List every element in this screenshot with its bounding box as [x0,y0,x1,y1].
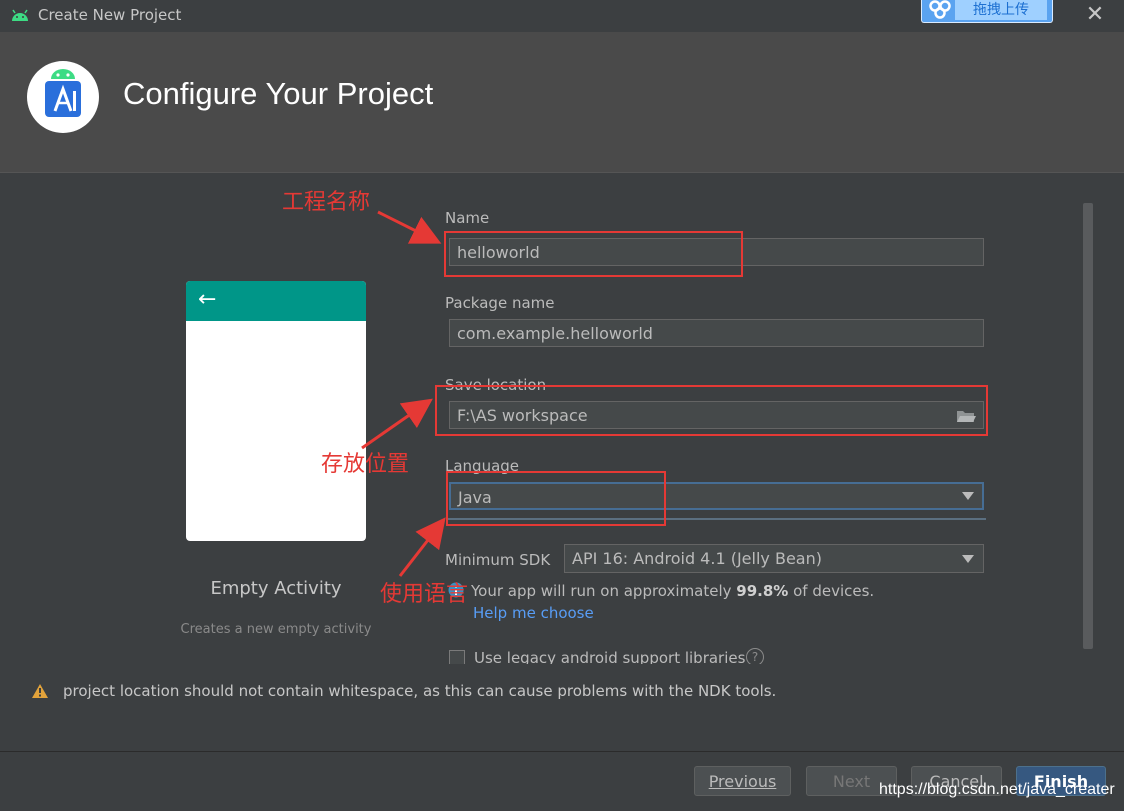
annotation-project-name: 工程名称 [282,190,371,215]
warning-message: project location should not contain whit… [63,682,777,700]
previous-button[interactable]: Previous [694,766,791,796]
min-sdk-value: API 16: Android 4.1 (Jelly Bean) [572,549,822,568]
watermark: https://blog.csdn.net/java_creater [879,781,1115,798]
min-sdk-select[interactable]: API 16: Android 4.1 (Jelly Bean) [564,544,984,573]
chevron-down-icon [962,492,974,500]
next-button-label: Next [832,772,871,791]
android-icon [12,9,28,21]
back-arrow-icon: ← [198,287,217,312]
annotation-box-language [446,471,666,526]
legacy-support-row: Use legacy android support libraries ? [440,640,1080,664]
legacy-support-checkbox[interactable] [449,650,465,664]
chevron-down-icon [962,555,974,563]
template-description: Creates a new empty activity [180,622,372,637]
legacy-support-label: Use legacy android support libraries [474,649,746,664]
upload-button-label[interactable]: 拖拽上传 [955,0,1047,20]
scrollbar[interactable] [1083,203,1093,649]
annotation-language: 使用语言 [380,582,469,607]
cloud-icon [929,0,951,19]
help-me-choose-link[interactable]: Help me choose [473,604,594,622]
template-name: Empty Activity [210,578,342,599]
annotation-save-location: 存放位置 [321,452,410,477]
device-coverage-text: Your app will run on approximately 99.8%… [471,582,874,600]
previous-button-label: Previous [708,772,777,791]
help-question-icon[interactable]: ? [746,648,764,664]
package-name-field[interactable]: com.example.helloworld [449,319,984,347]
page-title: Configure Your Project [123,76,434,111]
template-preview: ← [186,281,366,541]
android-studio-logo [27,61,99,133]
coverage-prefix: Your app will run on approximately [471,582,737,600]
min-sdk-label: Minimum SDK [445,551,551,569]
warning-icon [32,684,48,698]
coverage-percent: 99.8% [736,582,789,600]
android-studio-icon [45,69,81,117]
coverage-suffix: of devices. [788,582,875,600]
preview-app-bar: ← [186,281,366,321]
name-label: Name [445,209,490,227]
package-name-label: Package name [445,294,555,312]
close-icon[interactable]: ✕ [1082,2,1108,28]
annotation-box-name [444,231,743,277]
annotation-box-location [435,385,988,436]
window-title: Create New Project [38,6,182,24]
